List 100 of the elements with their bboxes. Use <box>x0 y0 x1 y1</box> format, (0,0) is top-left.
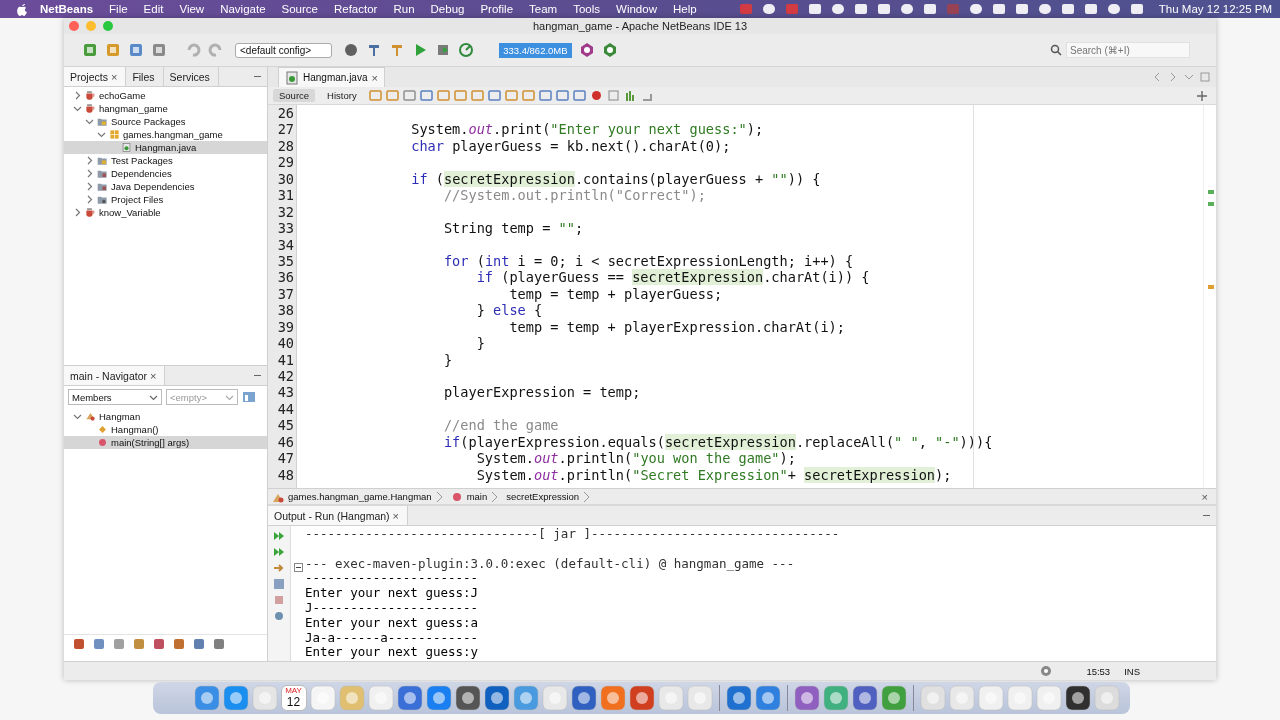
filter-icon[interactable] <box>92 637 106 651</box>
fold-icon[interactable] <box>294 563 303 572</box>
status-icon[interactable] <box>761 3 776 15</box>
maximize-icon[interactable] <box>1200 72 1210 82</box>
editor-tab[interactable]: Hangman.java × <box>278 67 385 87</box>
stop-icon[interactable] <box>606 89 620 102</box>
chevron-right-icon[interactable] <box>73 91 82 100</box>
status-icon[interactable] <box>830 3 845 15</box>
search-icon[interactable] <box>1050 44 1062 56</box>
editor-tool-icon[interactable] <box>419 89 433 102</box>
tree-item[interactable]: hangman_game <box>64 102 267 115</box>
tree-item[interactable]: Dependencies <box>64 167 267 180</box>
close-icon[interactable]: × <box>1201 490 1208 503</box>
status-icon[interactable] <box>922 3 937 15</box>
filter-icon[interactable] <box>212 637 226 651</box>
menu-item[interactable]: Team <box>529 3 558 15</box>
arrow-icon[interactable] <box>273 562 285 574</box>
app-icon[interactable] <box>570 685 597 711</box>
menu-item[interactable]: File <box>109 3 128 15</box>
tree-item[interactable]: Java Dependencies <box>64 180 267 193</box>
search-field[interactable]: Search (⌘+I) <box>1066 42 1190 58</box>
filter-icon[interactable] <box>172 637 186 651</box>
menu-item[interactable]: View <box>179 3 205 15</box>
menu-item[interactable]: Window <box>616 3 657 15</box>
chevron-right-icon[interactable] <box>85 169 94 178</box>
view-tab[interactable]: History <box>321 89 363 102</box>
tree-item[interactable]: Hangman.java <box>64 141 267 154</box>
app-icon[interactable] <box>851 685 878 711</box>
chevron-right-icon[interactable] <box>85 156 94 165</box>
menu-item[interactable]: Debug <box>430 3 465 15</box>
filter-icon[interactable] <box>152 637 166 651</box>
view-tab[interactable]: Source <box>273 89 316 102</box>
close-button[interactable] <box>69 21 79 31</box>
chevron-down-icon[interactable] <box>73 104 82 113</box>
panel-tab[interactable]: Services <box>163 67 219 86</box>
editor-tool-icon[interactable] <box>572 89 586 102</box>
tree-item[interactable]: main(String[] args) <box>64 436 267 449</box>
breadcrumb[interactable]: games.hangman_game.Hangman <box>272 490 443 503</box>
status-icon[interactable] <box>1060 3 1075 15</box>
menu-item[interactable]: Edit <box>143 3 164 15</box>
panel-icon[interactable] <box>242 390 256 404</box>
menu-item[interactable]: Help <box>672 3 697 15</box>
status-icon[interactable] <box>1037 3 1052 15</box>
editor-tool-icon[interactable] <box>470 89 484 102</box>
record-icon[interactable] <box>589 89 603 102</box>
menu-item[interactable]: Source <box>281 3 318 15</box>
status-icon[interactable] <box>853 3 868 15</box>
editor-tool-icon[interactable] <box>504 89 518 102</box>
filter-icon[interactable] <box>112 637 126 651</box>
editor-tool-icon[interactable] <box>436 89 450 102</box>
filter-icon[interactable] <box>132 637 146 651</box>
split-icon[interactable] <box>1196 89 1208 102</box>
chevron-down-icon[interactable] <box>97 130 106 139</box>
menu-item[interactable]: Run <box>393 3 415 15</box>
panel-tab[interactable]: Projects × <box>64 67 127 86</box>
status-icon[interactable] <box>876 3 891 15</box>
tree-item[interactable]: Hangman() <box>64 423 267 436</box>
chevron-right-icon[interactable] <box>73 208 82 217</box>
status-icon[interactable] <box>899 3 914 15</box>
undo-icon[interactable] <box>185 42 201 58</box>
filter-icon[interactable] <box>72 637 86 651</box>
chevron-down-icon[interactable] <box>85 117 94 126</box>
editor-tool-icon[interactable] <box>555 89 569 102</box>
calendar-icon[interactable]: MAY 12 <box>280 685 307 711</box>
members-dropdown[interactable]: Members <box>68 389 162 405</box>
rerun-icon[interactable] <box>273 530 285 542</box>
profile-icon[interactable] <box>458 42 475 58</box>
tree-item[interactable]: Test Packages <box>64 154 267 167</box>
status-icon[interactable] <box>807 3 822 15</box>
stop-icon[interactable] <box>273 594 285 606</box>
status-icon[interactable] <box>1129 3 1144 15</box>
status-icon[interactable] <box>1014 3 1029 15</box>
tree-item[interactable]: Project Files <box>64 193 267 206</box>
menu-item[interactable]: Refactor <box>333 3 378 15</box>
close-icon[interactable]: × <box>110 70 118 83</box>
editor-tool-icon[interactable] <box>487 89 501 102</box>
status-icon[interactable] <box>991 3 1006 15</box>
zoom-button[interactable] <box>103 21 113 31</box>
chevron-right-icon[interactable] <box>85 195 94 204</box>
editor-tool-icon[interactable] <box>521 89 535 102</box>
scroll-right-icon[interactable] <box>1168 72 1178 82</box>
panel-tab[interactable]: main - Navigator × <box>64 366 166 385</box>
status-icon[interactable] <box>1083 3 1098 15</box>
breadcrumb[interactable]: secretExpression <box>506 490 591 503</box>
scroll-left-icon[interactable] <box>1152 72 1162 82</box>
apple-icon[interactable] <box>16 2 28 16</box>
chevron-down-icon[interactable] <box>1184 72 1194 82</box>
app-icon[interactable] <box>454 685 481 711</box>
editor-tool-icon[interactable] <box>538 89 552 102</box>
menu-item[interactable]: Tools <box>573 3 601 15</box>
filter-icon[interactable] <box>192 637 206 651</box>
chevron-right-icon[interactable] <box>85 182 94 191</box>
tree-item[interactable]: echoGame <box>64 89 267 102</box>
menu-item[interactable]: Navigate <box>220 3 266 15</box>
editor-tool-icon[interactable] <box>368 89 382 102</box>
app-menu[interactable]: NetBeans <box>40 3 94 15</box>
tree-item[interactable]: Hangman <box>64 410 267 423</box>
editor-tool-icon[interactable] <box>453 89 467 102</box>
close-icon[interactable]: × <box>371 71 378 84</box>
menu-item[interactable]: Profile <box>480 3 514 15</box>
